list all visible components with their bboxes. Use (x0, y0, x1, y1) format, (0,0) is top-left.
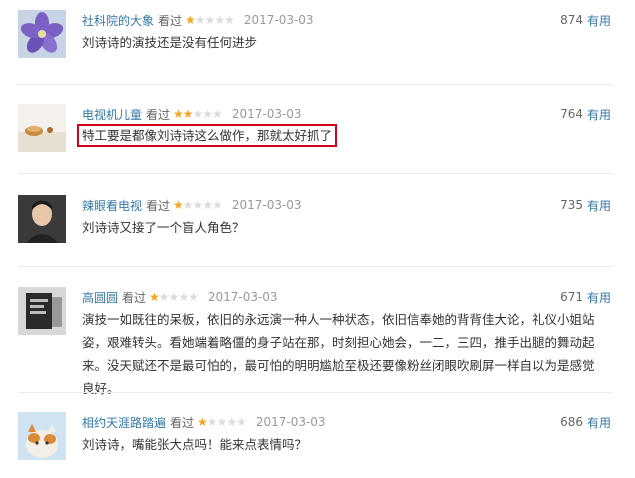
watched-label: 看过 (158, 13, 183, 28)
vote-count: 764 (560, 107, 583, 121)
man-portrait-avatar[interactable] (18, 195, 66, 243)
useful-votes: 874 有用 (560, 10, 611, 30)
comment-text: 特工要是都像刘诗诗这么做作，那就太好抓了 (77, 124, 597, 147)
useful-button[interactable]: 有用 (587, 197, 611, 214)
username-link[interactable]: 社科院的大象 (82, 12, 154, 29)
vote-count: 671 (560, 290, 583, 304)
comment-date: 2017-03-03 (231, 107, 302, 121)
rating-stars: ★★★★★ (197, 415, 247, 429)
rating-stars: ★★★★★ (185, 13, 235, 27)
comment-date: 2017-03-03 (243, 13, 314, 27)
vote-count: 686 (560, 415, 583, 429)
comment-text: 刘诗诗，嘴能张大点吗！能来点表情吗？ (82, 437, 308, 452)
vote-count: 874 (560, 13, 583, 27)
comment-date: 2017-03-03 (255, 415, 326, 429)
watched-label: 看过 (146, 198, 171, 213)
vote-count: 735 (560, 198, 583, 212)
comment-meta: 高圆圆 看过 ★★★★★ 2017-03-03 (82, 287, 278, 307)
comment-text: 演技一如既往的呆板，依旧的永远演一种人一种状态，依旧信奉她的背背佳大论，礼仪小姐… (82, 312, 595, 396)
divider (18, 266, 613, 267)
comment-meta: 电视机儿童 看过 ★★★★★ 2017-03-03 (82, 104, 302, 124)
useful-button[interactable]: 有用 (587, 414, 611, 431)
comment-meta: 社科院的大象 看过 ★★★★★ 2017-03-03 (82, 10, 314, 30)
useful-votes: 686 有用 (560, 412, 611, 432)
divider (18, 84, 613, 85)
useful-votes: 764 有用 (560, 104, 611, 124)
useful-button[interactable]: 有用 (587, 106, 611, 123)
useful-button[interactable]: 有用 (587, 12, 611, 29)
comment-meta: 相约天涯路踏遍 看过 ★★★★★ 2017-03-03 (82, 412, 326, 432)
comment-date: 2017-03-03 (231, 198, 302, 212)
comment-meta: 辣眼看电视 看过 ★★★★★ 2017-03-03 (82, 195, 302, 215)
watched-label: 看过 (170, 415, 195, 430)
username-link[interactable]: 高圆圆 (82, 289, 118, 306)
useful-button[interactable]: 有用 (587, 289, 611, 306)
rating-stars: ★★★★★ (173, 198, 223, 212)
highlighted-comment-text: 特工要是都像刘诗诗这么做作，那就太好抓了 (77, 124, 338, 147)
purple-flower-avatar[interactable] (18, 10, 66, 58)
comment-text: 刘诗诗又接了一个盲人角色？ (82, 220, 245, 235)
useful-votes: 735 有用 (560, 195, 611, 215)
useful-votes: 671 有用 (560, 287, 611, 307)
cat-avatar[interactable] (18, 412, 66, 460)
username-link[interactable]: 辣眼看电视 (82, 197, 142, 214)
watched-label: 看过 (146, 107, 171, 122)
username-link[interactable]: 电视机儿童 (82, 106, 142, 123)
username-link[interactable]: 相约天涯路踏遍 (82, 414, 166, 431)
bw-photo-avatar[interactable] (18, 287, 66, 335)
divider (18, 173, 613, 174)
watched-label: 看过 (122, 290, 147, 305)
tv-child-avatar[interactable] (18, 104, 66, 152)
rating-stars: ★★★★★ (173, 107, 223, 121)
comment-date: 2017-03-03 (207, 290, 278, 304)
divider (18, 392, 613, 393)
comment-text: 刘诗诗的演技还是没有任何进步 (82, 35, 258, 50)
rating-stars: ★★★★★ (149, 290, 199, 304)
